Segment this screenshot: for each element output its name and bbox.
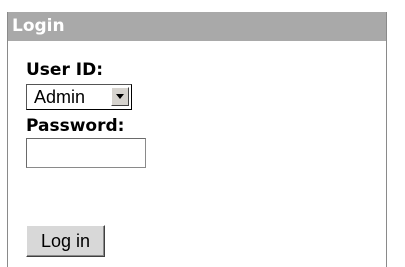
panel-title: Login (12, 16, 65, 36)
user-id-select[interactable]: Admin (26, 84, 132, 110)
password-label: Password: (26, 116, 125, 136)
chevron-down-icon (116, 94, 124, 99)
user-id-label: User ID: (26, 60, 103, 80)
login-button[interactable]: Log in (26, 225, 105, 257)
password-input[interactable] (26, 138, 146, 168)
dropdown-button[interactable] (111, 87, 129, 106)
login-panel: Login User ID: Admin Password: Log in (7, 12, 387, 267)
title-bar: Login (8, 12, 386, 41)
user-id-selected-value: Admin (34, 87, 86, 107)
